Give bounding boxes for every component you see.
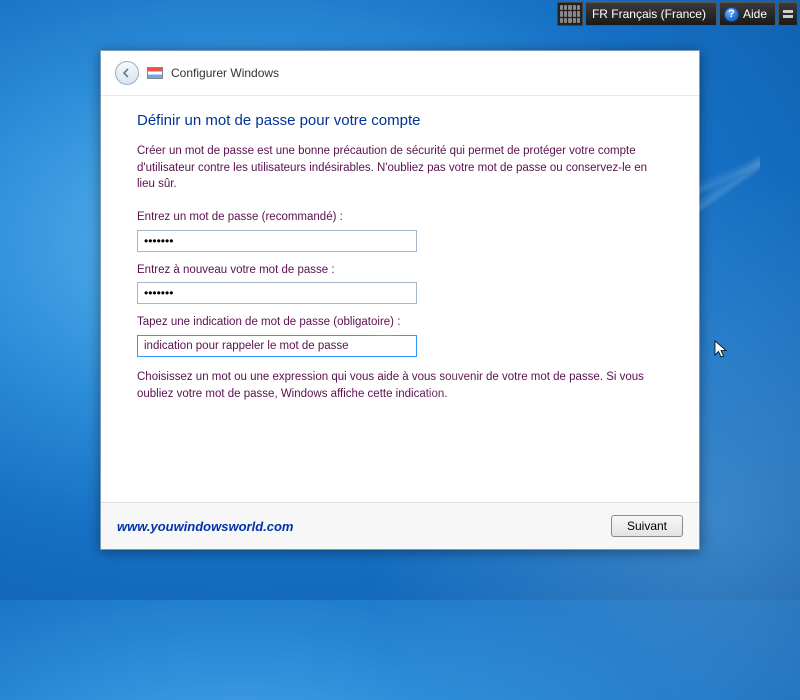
windows-flag-icon xyxy=(147,67,163,79)
confirm-password-label: Entrez à nouveau votre mot de passe : xyxy=(137,262,663,279)
page-title: Définir un mot de passe pour votre compt… xyxy=(137,112,663,129)
back-button[interactable] xyxy=(115,61,139,85)
content-area: Définir un mot de passe pour votre compt… xyxy=(101,96,699,502)
language-selector[interactable]: FR Français (France) xyxy=(585,2,717,26)
help-icon: ? xyxy=(724,7,739,22)
next-button[interactable]: Suivant xyxy=(611,515,683,537)
window-footer: www.youwindowsworld.com Suivant xyxy=(101,502,699,549)
keyboard-icon[interactable] xyxy=(557,2,583,26)
window-header: Configurer Windows xyxy=(101,51,699,96)
confirm-password-input[interactable] xyxy=(137,282,417,304)
arrow-left-icon xyxy=(121,67,133,79)
setup-window: Configurer Windows Définir un mot de pas… xyxy=(100,50,700,550)
window-title: Configurer Windows xyxy=(171,66,279,80)
top-toolbar: FR Français (France) ? Aide xyxy=(557,2,798,26)
password-label: Entrez un mot de passe (recommandé) : xyxy=(137,209,663,226)
cursor-icon xyxy=(714,340,728,360)
language-label: FR Français (France) xyxy=(592,7,706,21)
password-input[interactable] xyxy=(137,230,417,252)
help-button[interactable]: ? Aide xyxy=(719,2,776,26)
watermark-url: www.youwindowsworld.com xyxy=(117,519,293,534)
hint-label: Tapez une indication de mot de passe (ob… xyxy=(137,314,663,331)
password-hint-input[interactable] xyxy=(137,335,417,357)
intro-text: Créer un mot de passe est une bonne préc… xyxy=(137,143,663,193)
help-label: Aide xyxy=(743,7,767,21)
hint-explanation: Choisissez un mot ou une expression qui … xyxy=(137,369,663,402)
ease-of-access-button[interactable] xyxy=(778,2,798,26)
